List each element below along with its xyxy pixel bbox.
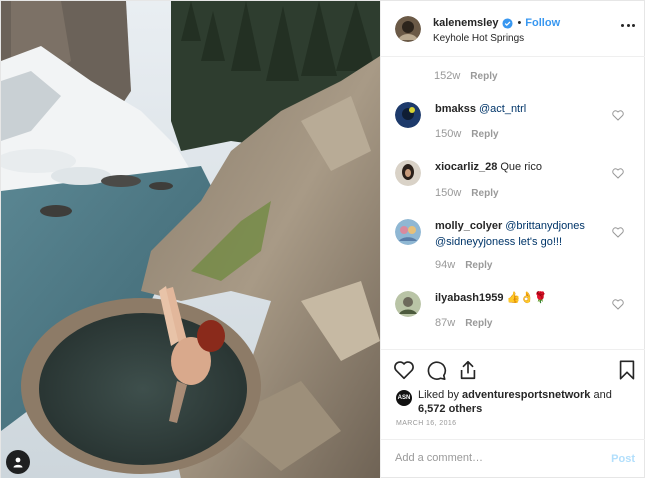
avatar-image-icon: [395, 16, 421, 42]
comment-text: Que rico: [500, 161, 542, 173]
separator-dot: •: [517, 17, 522, 29]
comment-username[interactable]: ilyabash1959: [435, 292, 504, 304]
likes-text: Liked by adventuresportsnetwork and 6,57…: [418, 388, 638, 416]
comment-time: 94w: [435, 259, 456, 271]
owner-username[interactable]: kalenemsley: [433, 17, 498, 29]
commenter-avatar[interactable]: [395, 160, 421, 186]
post-actions: ASN Liked by adventuresportsnetwork and …: [381, 349, 645, 439]
heart-icon[interactable]: [393, 359, 415, 381]
reply-button[interactable]: Reply: [470, 71, 497, 82]
comment-icon[interactable]: [425, 359, 447, 381]
comment-text[interactable]: @act_ntrl: [479, 103, 526, 115]
share-icon[interactable]: [457, 359, 479, 381]
bookmark-icon[interactable]: [616, 359, 638, 381]
comment-time: 150w: [435, 128, 462, 140]
comment-like-icon[interactable]: [612, 299, 624, 310]
likes-others-link[interactable]: 6,572 others: [418, 403, 482, 415]
comment-time: 150w: [435, 187, 462, 199]
liker-username[interactable]: adventuresportsnetwork: [462, 389, 590, 401]
owner-block: kalenemsley • Follow Keyhole Hot Springs: [433, 16, 560, 44]
avatar-image-icon: [395, 219, 421, 245]
comment-time: 87w: [435, 317, 456, 329]
post-comment-button[interactable]: Post: [611, 453, 635, 465]
location-link[interactable]: Keyhole Hot Springs: [433, 33, 560, 44]
reply-button[interactable]: Reply: [471, 188, 498, 199]
likes-summary: ASN Liked by adventuresportsnetwork and …: [396, 388, 638, 416]
post-side-panel: kalenemsley • Follow Keyhole Hot Springs…: [380, 1, 645, 478]
likes-prefix: Liked by: [418, 389, 459, 401]
comment-username[interactable]: bmakss: [435, 103, 476, 115]
post-date[interactable]: MARCH 16, 2016: [396, 420, 456, 427]
instagram-post: kalenemsley • Follow Keyhole Hot Springs…: [0, 0, 645, 478]
person-glyph-icon: [13, 457, 23, 468]
user-tag-icon[interactable]: [6, 450, 30, 474]
more-options-icon[interactable]: [621, 19, 635, 31]
comment-like-icon[interactable]: [612, 110, 624, 121]
avatar-image-icon: [395, 102, 421, 128]
profile-avatar[interactable]: [395, 16, 421, 42]
avatar-image-icon: [395, 160, 421, 186]
first-comment-meta: 152w Reply: [434, 70, 498, 82]
comment-username[interactable]: molly_colyer: [435, 220, 502, 232]
post-header: kalenemsley • Follow Keyhole Hot Springs: [381, 1, 645, 57]
post-photo[interactable]: [1, 1, 380, 478]
avatar-image-icon: [395, 291, 421, 317]
commenter-avatar[interactable]: [395, 291, 421, 317]
verified-badge-icon: [502, 17, 513, 29]
comment-username[interactable]: xiocarliz_28: [435, 161, 497, 173]
reply-button[interactable]: Reply: [471, 129, 498, 140]
follow-button[interactable]: Follow: [525, 17, 560, 29]
add-comment-input[interactable]: [395, 452, 595, 464]
reply-button[interactable]: Reply: [465, 318, 492, 329]
comment-time: 152w: [434, 70, 461, 82]
comment-like-icon[interactable]: [612, 168, 624, 179]
likes-conjunction: and: [593, 389, 612, 401]
comment-text: 👍👌🌹: [506, 292, 548, 304]
commenter-avatar[interactable]: [395, 219, 421, 245]
comments-list[interactable]: 152w Reply bmakss @act_ntrl 150w Reply x…: [381, 58, 645, 349]
liker-avatar[interactable]: ASN: [396, 390, 412, 406]
add-comment-bar: Post: [381, 439, 645, 478]
commenter-avatar[interactable]: [395, 102, 421, 128]
comment-like-icon[interactable]: [612, 227, 624, 238]
reply-button[interactable]: Reply: [465, 260, 492, 271]
hot-spring-photo: [1, 1, 380, 478]
